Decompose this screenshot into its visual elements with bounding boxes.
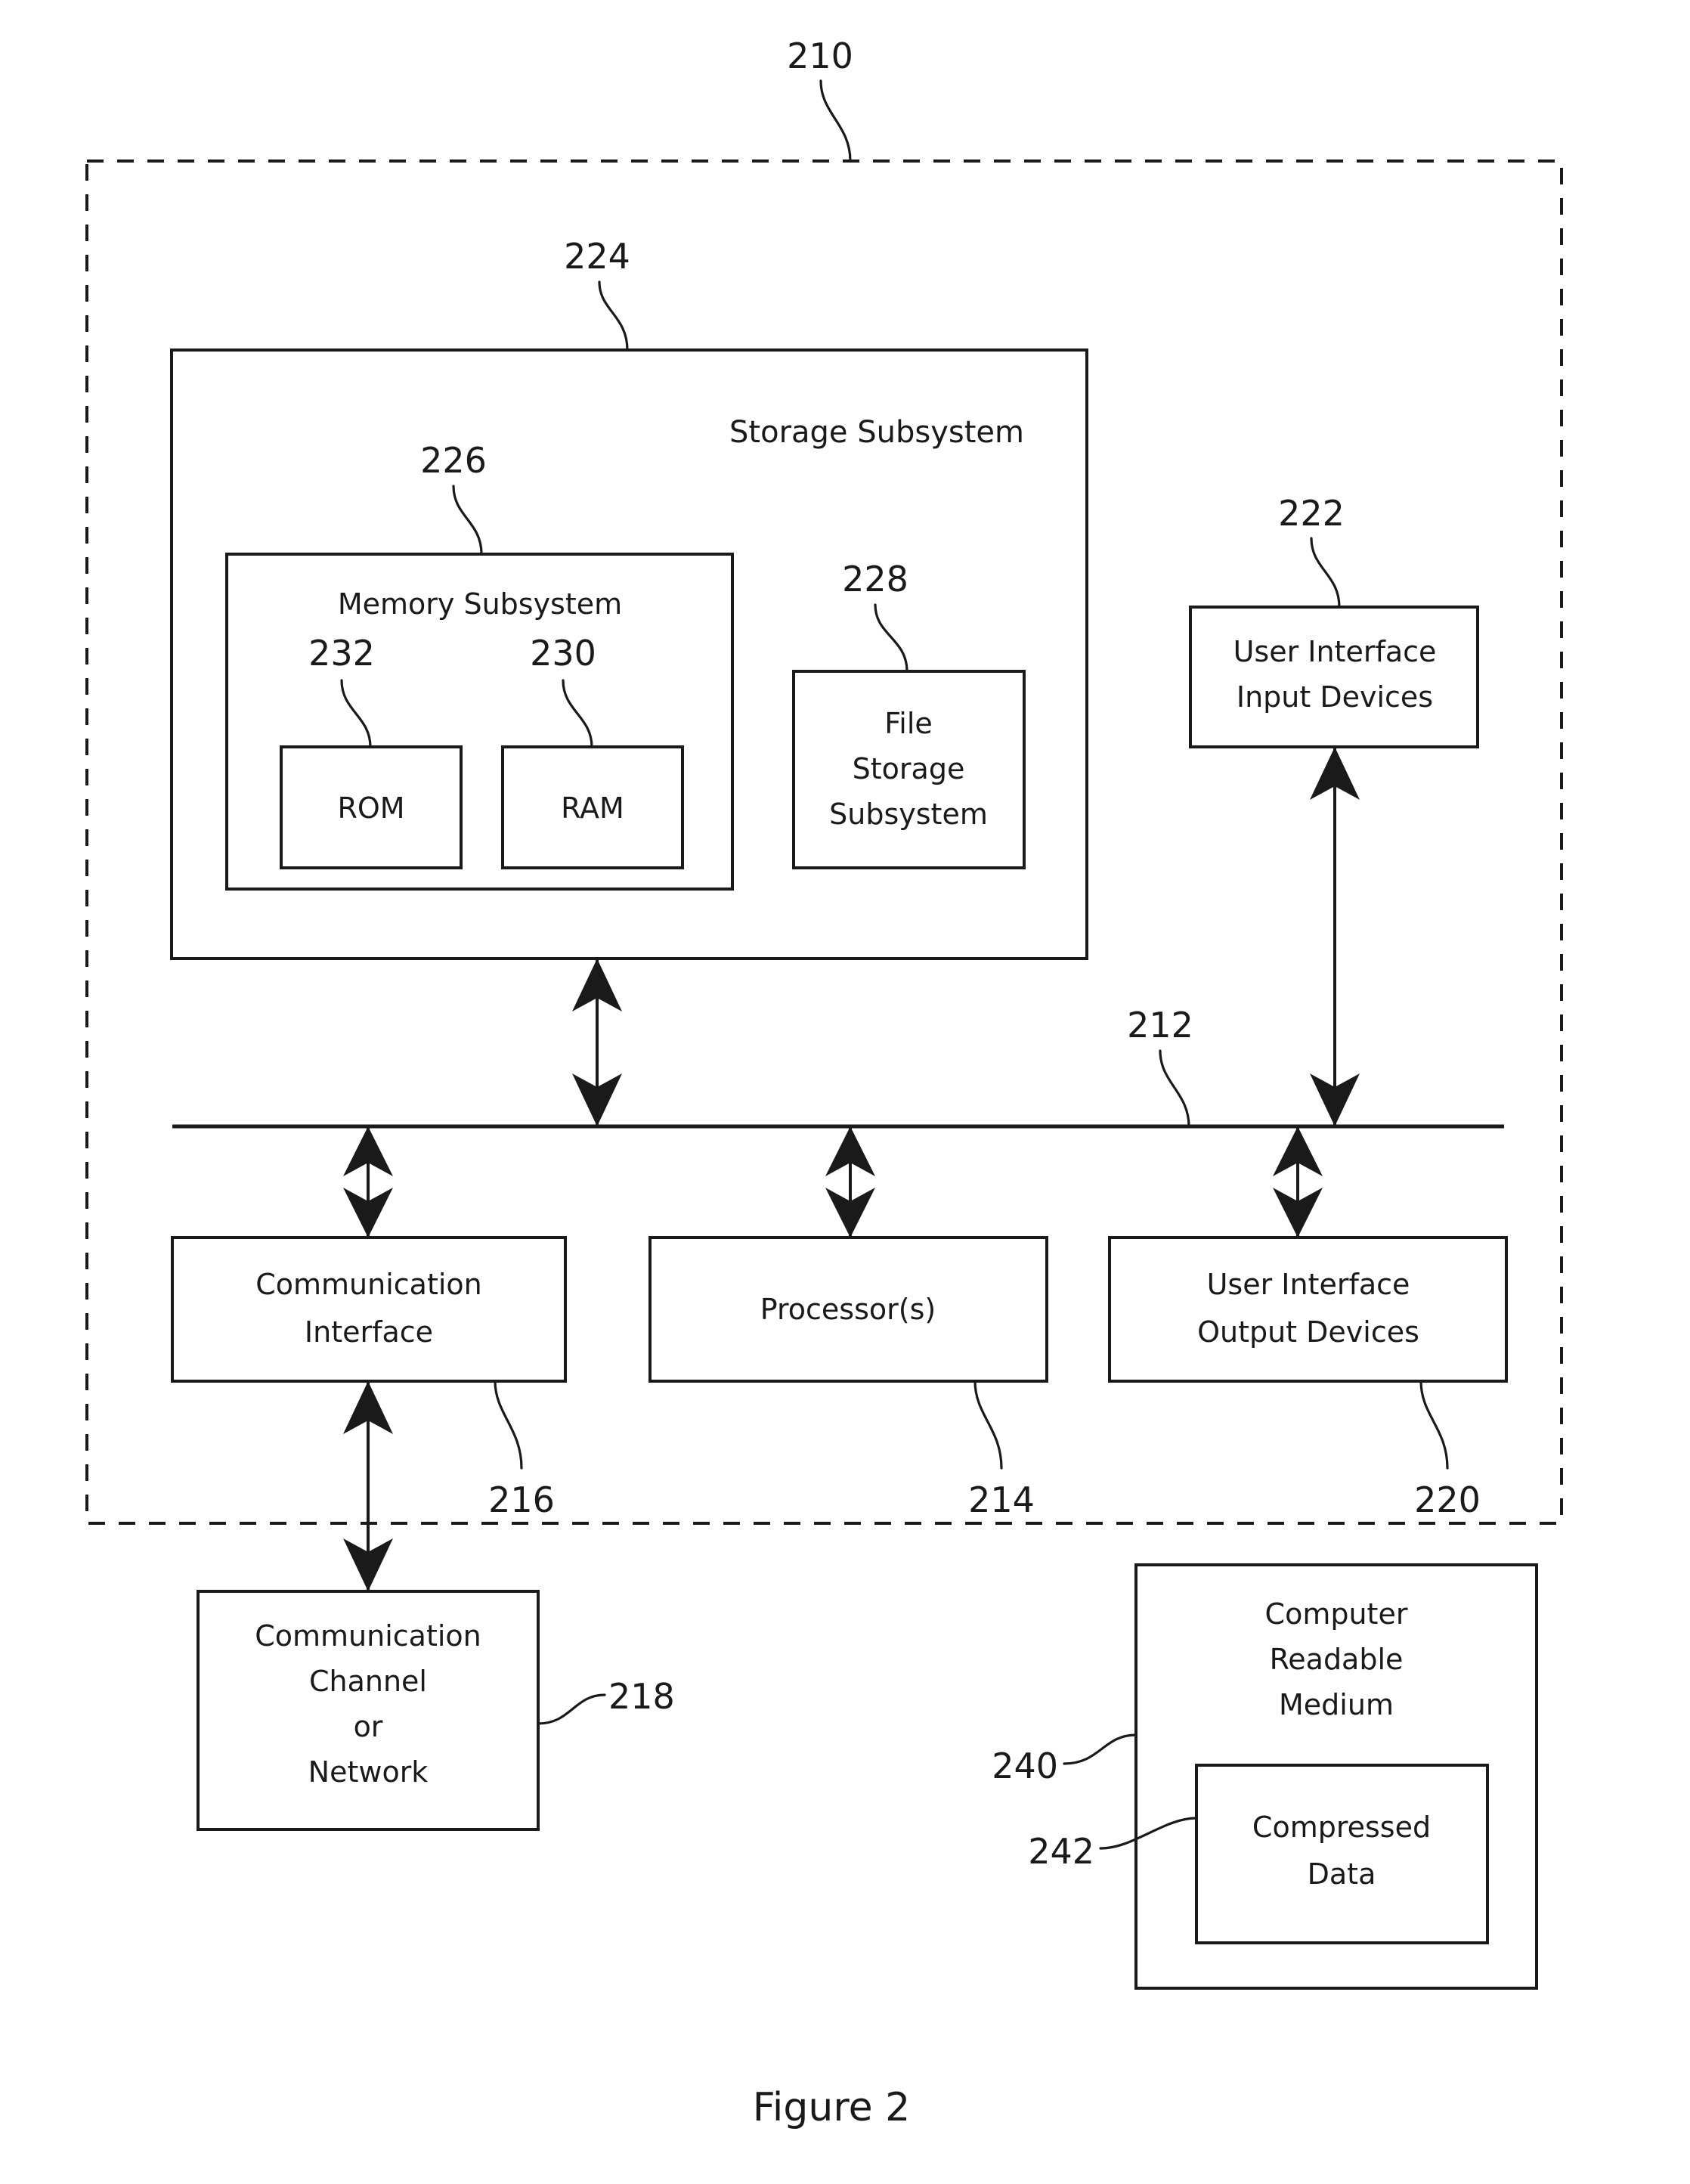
communication-interface-label-line1: Communication (255, 1268, 482, 1301)
compressed-data-label-line2: Data (1308, 1857, 1376, 1891)
communication-channel-label-line4: Network (308, 1755, 429, 1789)
ref-label-222: 222 (1278, 493, 1345, 534)
ref-label-226: 226 (420, 440, 487, 481)
ref-label-240: 240 (992, 1746, 1058, 1786)
storage-subsystem-label: Storage Subsystem (729, 415, 1024, 450)
ui-input-devices-label-line1: User Interface (1233, 635, 1437, 668)
communication-channel-label-line3: or (354, 1710, 383, 1743)
ref-label-214: 214 (968, 1479, 1035, 1520)
file-storage-subsystem-label-line3: Subsystem (829, 798, 988, 831)
arrow-comm-interface-to-channel (343, 1381, 393, 1591)
ref-label-218: 218 (608, 1676, 675, 1717)
compressed-data-label-line1: Compressed (1252, 1811, 1431, 1844)
leader-212 (1159, 1049, 1190, 1128)
rom-label: ROM (337, 792, 404, 825)
arrow-ui-input-to-bus (1310, 747, 1360, 1126)
ref-label-230: 230 (530, 633, 596, 674)
leader-224 (598, 280, 629, 352)
ref-label-242: 242 (1028, 1831, 1094, 1872)
ref-label-220: 220 (1414, 1479, 1481, 1520)
ref-label-216: 216 (488, 1479, 555, 1520)
leader-216 (494, 1380, 523, 1470)
ram-label: RAM (561, 792, 624, 825)
arrow-storage-to-bus (572, 959, 622, 1126)
figure-2-diagram: 210 224 Storage Subsystem 226 Memory Sub… (85, 36, 1563, 2130)
communication-channel-label-line2: Channel (309, 1665, 427, 1698)
ui-output-devices-label-line1: User Interface (1207, 1268, 1410, 1301)
ui-output-devices-label-line2: Output Devices (1197, 1315, 1419, 1349)
ref-label-228: 228 (842, 559, 908, 599)
ref-label-212: 212 (1127, 1005, 1193, 1046)
ref-label-210: 210 (787, 36, 853, 76)
arrow-bus-to-ui-output (1273, 1126, 1323, 1238)
file-storage-subsystem-label-line2: Storage (853, 752, 965, 785)
computer-readable-medium-label-line2: Readable (1270, 1643, 1404, 1676)
computer-readable-medium-label-line1: Computer (1265, 1597, 1408, 1631)
file-storage-subsystem-label-line1: File (884, 707, 933, 740)
compressed-data-box (1195, 1764, 1489, 1944)
ui-input-devices-label-line2: Input Devices (1237, 680, 1433, 714)
communication-interface-label-line2: Interface (305, 1315, 433, 1349)
leader-218 (537, 1693, 606, 1725)
arrow-bus-to-communication-interface (343, 1126, 393, 1238)
communication-channel-label-line1: Communication (255, 1619, 481, 1653)
leader-222 (1310, 537, 1341, 609)
patent-figure-2: 210 224 Storage Subsystem 226 Memory Sub… (0, 0, 1690, 2184)
ui-input-devices-box (1189, 606, 1479, 748)
arrow-bus-to-processors (825, 1126, 875, 1238)
communication-interface-box (171, 1236, 567, 1383)
ui-output-devices-box (1108, 1236, 1508, 1383)
leader-220 (1419, 1380, 1449, 1470)
memory-subsystem-label: Memory Subsystem (338, 587, 622, 621)
computer-readable-medium-label-line3: Medium (1279, 1688, 1394, 1721)
leader-210 (819, 79, 852, 163)
leader-214 (973, 1380, 1003, 1470)
ref-label-232: 232 (308, 633, 375, 674)
leader-240 (1063, 1733, 1138, 1765)
processors-label: Processor(s) (760, 1293, 936, 1326)
ref-label-224: 224 (564, 236, 630, 277)
figure-caption: Figure 2 (753, 2085, 910, 2130)
